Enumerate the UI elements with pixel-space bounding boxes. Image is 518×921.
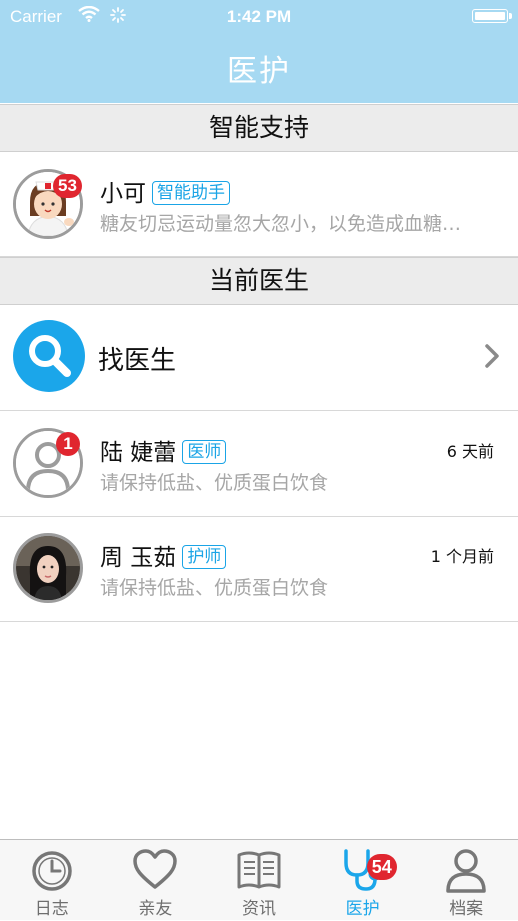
- find-doctor-label: 找医生: [98, 346, 177, 376]
- assistant-tag: 智能助手: [152, 181, 230, 205]
- tab-label: 资讯: [241, 899, 276, 919]
- unread-badge: 54: [366, 854, 397, 880]
- tab-profile[interactable]: 档案: [414, 840, 518, 921]
- doctor-name-line: 周 玉茹 护师: [100, 538, 227, 572]
- find-doctor-row[interactable]: 找医生: [0, 305, 518, 411]
- doctor-row[interactable]: 周 玉茹 护师 1 个月前 请保持低盐、优质蛋白饮食: [0, 517, 518, 622]
- last-message-time: 6 天前: [446, 442, 494, 461]
- assistant-name: 小可: [100, 181, 146, 207]
- heart-icon: [133, 849, 178, 889]
- tab-family[interactable]: 亲友: [104, 840, 208, 921]
- book-icon: [237, 851, 281, 889]
- unread-badge: 53: [53, 174, 82, 198]
- doctor-name: 陆 婕蕾: [100, 440, 177, 466]
- nav-header: Carrier 1:42 PM 医护: [0, 0, 518, 103]
- clock-time: 1:42 PM: [226, 7, 292, 26]
- assistant-row[interactable]: 53 小可 智能助手 糖友切忌运动量忽大忽小，以免造成血糖…: [0, 152, 518, 257]
- tab-diary[interactable]: 日志: [0, 840, 104, 921]
- tab-bar: 日志 亲友 资讯 54 医护 档案: [0, 839, 518, 920]
- tab-news[interactable]: 资讯: [207, 840, 311, 921]
- unread-badge: 1: [56, 432, 80, 456]
- battery-icon: [472, 9, 512, 23]
- status-bar: Carrier 1:42 PM: [0, 0, 518, 34]
- chevron-right-icon: [485, 344, 499, 368]
- tab-label: 医护: [345, 899, 380, 919]
- person-icon: [446, 849, 486, 893]
- doctor-message: 请保持低盐、优质蛋白饮食: [100, 472, 329, 494]
- doctor-name: 周 玉茹: [100, 545, 177, 571]
- doctor-role-tag: 医师: [182, 440, 227, 464]
- last-message-time: 1 个月前: [430, 547, 494, 566]
- tab-label: 日志: [34, 899, 69, 919]
- search-icon: [13, 320, 85, 392]
- doctor-name-line: 陆 婕蕾 医师: [100, 433, 227, 467]
- tab-medical[interactable]: 54 医护: [311, 840, 415, 921]
- tab-label: 亲友: [138, 899, 173, 919]
- section-header-smart: 智能支持: [0, 104, 518, 152]
- doctor-role-tag: 护师: [182, 545, 227, 569]
- assistant-message: 糖友切忌运动量忽大忽小，以免造成血糖…: [100, 213, 462, 235]
- tab-label: 档案: [449, 899, 484, 919]
- doctor-row[interactable]: 1 陆 婕蕾 医师 6 天前 请保持低盐、优质蛋白饮食: [0, 411, 518, 517]
- doctor-photo-avatar: [13, 533, 83, 603]
- clock-icon: [32, 851, 72, 891]
- section-header-current: 当前医生: [0, 257, 518, 305]
- doctor-message: 请保持低盐、优质蛋白饮食: [100, 577, 329, 599]
- page-title: 医护: [227, 54, 291, 89]
- assistant-name-line: 小可 智能助手: [100, 174, 230, 208]
